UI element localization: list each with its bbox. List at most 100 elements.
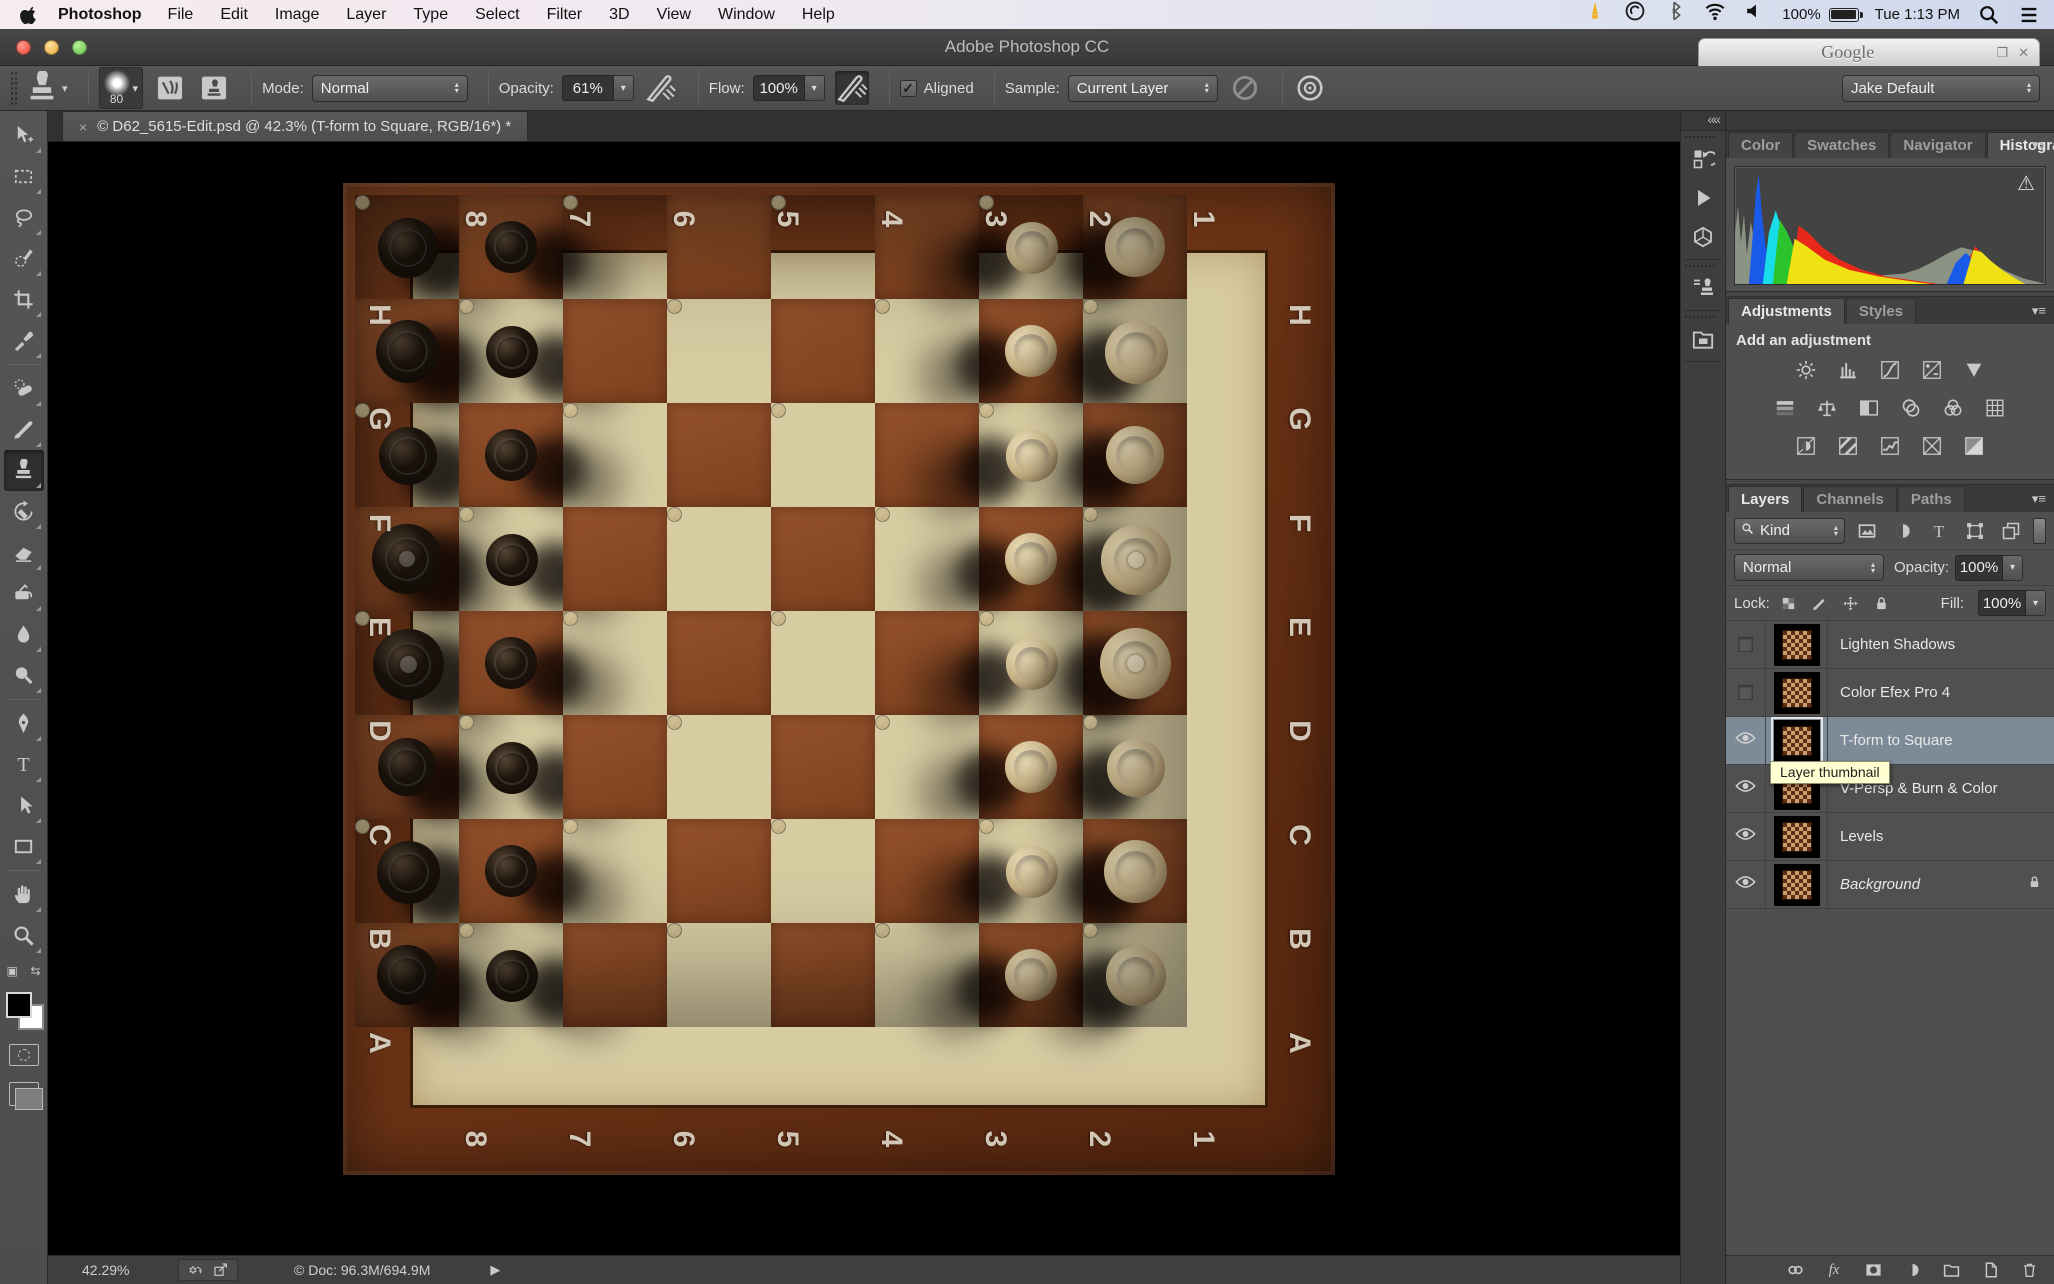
adjustment-color-balance-icon[interactable] bbox=[1812, 395, 1842, 421]
layers-fill-field[interactable]: 100% ▾ bbox=[1978, 590, 2046, 616]
layer-name[interactable]: T-form to Square bbox=[1828, 732, 2054, 749]
tool-clone-stamp[interactable] bbox=[4, 450, 44, 491]
tool-move[interactable] bbox=[4, 115, 44, 156]
flow-field[interactable]: 100% ▾ bbox=[753, 75, 825, 101]
adjustment-vibrance-icon[interactable] bbox=[1959, 357, 1989, 383]
opacity-caret[interactable]: ▾ bbox=[614, 75, 634, 101]
tab-styles[interactable]: Styles bbox=[1846, 298, 1916, 324]
pressure-opacity-button[interactable] bbox=[644, 71, 678, 105]
swap-colors-icon[interactable]: ⇆ bbox=[30, 964, 40, 978]
quick-mask-button[interactable] bbox=[9, 1044, 39, 1066]
toggle-clone-source-panel-button[interactable] bbox=[197, 71, 231, 105]
adjustment-selective-color-icon[interactable] bbox=[1959, 433, 1989, 459]
menu-layer[interactable]: Layer bbox=[346, 6, 386, 23]
tool-brush[interactable] bbox=[4, 409, 44, 450]
tool-quick-selection[interactable] bbox=[4, 238, 44, 279]
airbrush-toggle-button[interactable] bbox=[835, 71, 869, 105]
layer-row-levels[interactable]: Levels bbox=[1726, 813, 2054, 861]
history-panel-icon[interactable] bbox=[1685, 141, 1721, 177]
tool-preset-caret[interactable]: ▾ bbox=[62, 82, 68, 95]
apple-logo-icon[interactable] bbox=[20, 5, 40, 25]
tab-paths[interactable]: Paths bbox=[1898, 486, 1965, 512]
tool-type[interactable]: T bbox=[4, 744, 44, 785]
google-minimize-icon[interactable]: ❐ bbox=[1996, 45, 2008, 61]
menu-type[interactable]: Type bbox=[413, 6, 448, 23]
delete-layer-button[interactable] bbox=[2018, 1260, 2040, 1280]
tool-zoom[interactable] bbox=[4, 915, 44, 956]
menu-image[interactable]: Image bbox=[275, 6, 319, 23]
layer-filter-kind-select[interactable]: Kind ▴▾ bbox=[1734, 518, 1845, 544]
google-close-icon[interactable]: ✕ bbox=[2018, 45, 2029, 61]
status-widgets[interactable] bbox=[178, 1259, 238, 1281]
tool-pen[interactable] bbox=[4, 703, 44, 744]
tool-eyedropper[interactable] bbox=[4, 320, 44, 361]
expand-panels-icon[interactable]: «« bbox=[1681, 111, 1725, 131]
tool-history-brush[interactable] bbox=[4, 491, 44, 532]
sample-select[interactable]: Current Layer ▴▾ bbox=[1068, 75, 1218, 102]
toggle-brush-panel-button[interactable] bbox=[153, 71, 187, 105]
menu-file[interactable]: File bbox=[168, 6, 194, 23]
canvas-area[interactable]: 8877665544332211HHGGFFEEDDCCBBAA bbox=[48, 142, 1680, 1255]
filter-type-layer-icon[interactable]: T bbox=[1926, 519, 1952, 543]
tool-lasso[interactable] bbox=[4, 197, 44, 238]
volume-icon[interactable] bbox=[1744, 2, 1766, 20]
menu-3d[interactable]: 3D bbox=[609, 6, 629, 23]
flow-value[interactable]: 100% bbox=[753, 75, 805, 101]
lock-pixels-icon[interactable] bbox=[1809, 593, 1831, 613]
panel-group-grip[interactable] bbox=[1685, 316, 1715, 318]
tool-eraser[interactable] bbox=[4, 532, 44, 573]
layer-filter-toggle[interactable] bbox=[2033, 518, 2046, 544]
wifi-icon[interactable] bbox=[1704, 2, 1726, 20]
tab-channels[interactable]: Channels bbox=[1803, 486, 1897, 512]
layer-visibility-eye[interactable] bbox=[1726, 717, 1766, 764]
panel-group-grip[interactable] bbox=[1685, 265, 1715, 267]
ignore-adjustment-layers-button[interactable] bbox=[1228, 71, 1262, 105]
layer-row-background[interactable]: Background bbox=[1726, 861, 2054, 909]
layer-effects-button[interactable]: fx bbox=[1823, 1260, 1845, 1280]
actions-panel-icon[interactable] bbox=[1685, 180, 1721, 216]
lock-position-icon[interactable] bbox=[1840, 593, 1862, 613]
layer-name[interactable]: Levels bbox=[1828, 828, 2054, 845]
layer-row-t-form-to-square[interactable]: T-form to Square bbox=[1726, 717, 2054, 765]
tool-blur[interactable] bbox=[4, 614, 44, 655]
layer-mask-button[interactable] bbox=[1862, 1260, 1884, 1280]
layer-visibility-eye[interactable] bbox=[1726, 813, 1766, 860]
opacity-value[interactable]: 61% bbox=[562, 75, 614, 101]
adjustment-invert-icon[interactable] bbox=[1791, 433, 1821, 459]
tab-navigator[interactable]: Navigator bbox=[1890, 132, 1985, 158]
google-search-widget[interactable]: Google ❐ ✕ bbox=[1698, 38, 2040, 66]
libraries-panel-icon[interactable] bbox=[1685, 321, 1721, 357]
menu-help[interactable]: Help bbox=[802, 6, 835, 23]
status-expand-icon[interactable]: ▶ bbox=[490, 1262, 500, 1278]
adjustment-black-white-icon[interactable] bbox=[1854, 395, 1884, 421]
presenter-icon[interactable] bbox=[1584, 2, 1606, 20]
layer-visibility-eye[interactable] bbox=[1726, 861, 1766, 908]
menu-clock[interactable]: Tue 1:13 PM bbox=[1875, 6, 1960, 23]
menu-edit[interactable]: Edit bbox=[220, 6, 248, 23]
adjustment-brightness-contrast-icon[interactable] bbox=[1791, 357, 1821, 383]
3d-panel-icon[interactable] bbox=[1685, 219, 1721, 255]
layer-row-lighten-shadows[interactable]: Lighten Shadows bbox=[1726, 621, 2054, 669]
tool-crop[interactable] bbox=[4, 279, 44, 320]
adjustment-curves-icon[interactable] bbox=[1875, 357, 1905, 383]
blend-mode-select[interactable]: Normal ▴▾ bbox=[312, 75, 468, 102]
document-tab[interactable]: × © D62_5615-Edit.psd @ 42.3% (T-form to… bbox=[62, 111, 528, 141]
layer-visibility-empty[interactable] bbox=[1726, 669, 1766, 716]
filter-pixel-layer-icon[interactable] bbox=[1854, 519, 1880, 543]
adjustment-gradient-map-icon[interactable] bbox=[1917, 433, 1947, 459]
menu-app-name[interactable]: Photoshop bbox=[58, 6, 142, 24]
layers-blend-mode-select[interactable]: Normal ▴▾ bbox=[1734, 554, 1884, 581]
filter-adjustment-layer-icon[interactable] bbox=[1890, 519, 1916, 543]
pressure-size-button[interactable] bbox=[1293, 71, 1327, 105]
menu-window[interactable]: Window bbox=[718, 6, 775, 23]
layers-opacity-field[interactable]: 100% ▾ bbox=[1955, 555, 2023, 581]
tool-spot-healing[interactable] bbox=[4, 368, 44, 409]
clone-source-panel-icon[interactable] bbox=[1685, 270, 1721, 306]
histogram-warning-icon[interactable]: ⚠ bbox=[2017, 171, 2035, 196]
new-group-button[interactable] bbox=[1940, 1260, 1962, 1280]
chessboard-photo[interactable]: 8877665544332211HHGGFFEEDDCCBBAA bbox=[48, 142, 1680, 1255]
adjustment-hue-saturation-icon[interactable] bbox=[1770, 395, 1800, 421]
layer-thumbnail[interactable] bbox=[1766, 861, 1828, 908]
tool-gradient[interactable] bbox=[4, 573, 44, 614]
adjustment-color-lookup-icon[interactable] bbox=[1980, 395, 2010, 421]
